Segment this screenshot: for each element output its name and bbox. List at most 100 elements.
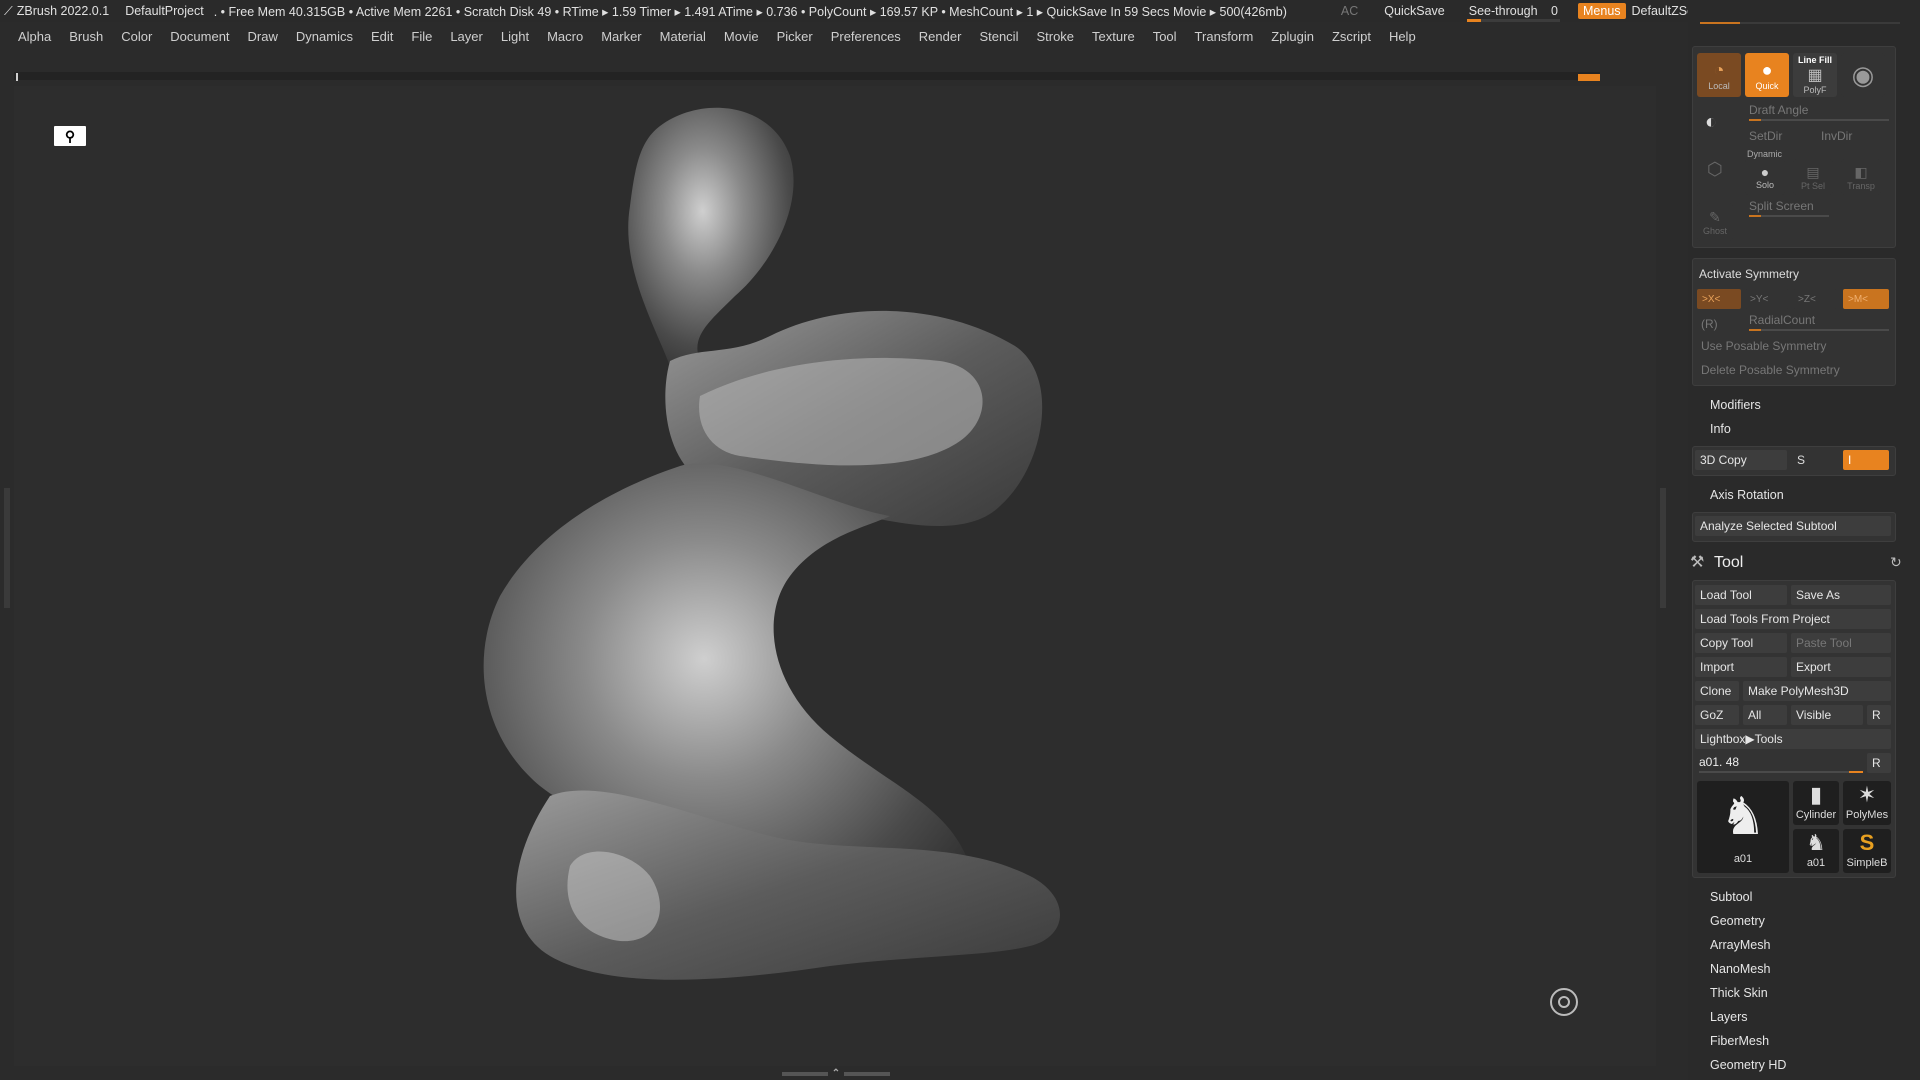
cube-icon[interactable]: ⬡	[1707, 159, 1723, 180]
menu-marker[interactable]: Marker	[601, 29, 641, 44]
transp-button[interactable]: ◧ Transp	[1841, 159, 1881, 195]
menu-dynamics[interactable]: Dynamics	[296, 29, 353, 44]
visible-button[interactable]: Visible	[1791, 705, 1863, 725]
menu-document[interactable]: Document	[170, 29, 229, 44]
use-posable-symmetry-button[interactable]: Use Posable Symmetry	[1701, 339, 1826, 353]
menus-button[interactable]: Menus	[1578, 3, 1626, 19]
setdir-button[interactable]: SetDir	[1749, 129, 1782, 143]
paste-tool-button[interactable]: Paste Tool	[1791, 633, 1891, 653]
export-button[interactable]: Export	[1791, 657, 1891, 677]
menu-texture[interactable]: Texture	[1092, 29, 1135, 44]
3d-copy-button[interactable]: 3D Copy	[1695, 450, 1787, 470]
orientation-gizmo-icon[interactable]	[1550, 988, 1578, 1016]
axis-rotation-section[interactable]: Axis Rotation	[1710, 488, 1784, 502]
current-tool-slider[interactable]	[1699, 771, 1863, 773]
geometry-hd-section[interactable]: Geometry HD	[1710, 1058, 1786, 1072]
see-through-slider[interactable]: See-through 0	[1463, 4, 1564, 22]
top-scroll-slider[interactable]	[1700, 22, 1900, 24]
nanomesh-section[interactable]: NanoMesh	[1710, 962, 1770, 976]
menu-material[interactable]: Material	[660, 29, 706, 44]
menu-file[interactable]: File	[411, 29, 432, 44]
tool-thumb-a01-small[interactable]: ♞ a01	[1793, 829, 1839, 873]
local-button[interactable]: ◔ Local	[1697, 53, 1741, 97]
layers-section[interactable]: Layers	[1710, 1010, 1748, 1024]
sym-y-button[interactable]: >Y<	[1745, 289, 1789, 309]
menu-zscript[interactable]: Zscript	[1332, 29, 1371, 44]
menu-help[interactable]: Help	[1389, 29, 1416, 44]
contrast-icon[interactable]: ◐	[1705, 111, 1717, 134]
menu-preferences[interactable]: Preferences	[831, 29, 901, 44]
sphere-material-button[interactable]: ◉	[1841, 53, 1885, 97]
split-screen-slider[interactable]	[1749, 215, 1829, 217]
radial-count-label[interactable]: RadialCount	[1749, 313, 1815, 327]
info-section[interactable]: Info	[1710, 422, 1731, 436]
solo-button[interactable]: ● Solo	[1745, 159, 1785, 195]
save-as-button[interactable]: Save As	[1791, 585, 1891, 605]
arraymesh-section[interactable]: ArrayMesh	[1710, 938, 1770, 952]
sym-x-button[interactable]: >X<	[1697, 289, 1741, 309]
menu-stroke[interactable]: Stroke	[1036, 29, 1074, 44]
tool-thumb-a01-large[interactable]: ♞ a01	[1697, 781, 1789, 873]
lightbox-tools-button[interactable]: Lightbox▶Tools	[1695, 729, 1891, 749]
analyze-subtool-button[interactable]: Analyze Selected Subtool	[1695, 516, 1891, 536]
3d-copy-value-field[interactable]: I	[1843, 450, 1889, 470]
menu-brush[interactable]: Brush	[69, 29, 103, 44]
menu-tool[interactable]: Tool	[1153, 29, 1177, 44]
refresh-icon[interactable]: ↻	[1890, 554, 1902, 571]
sym-z-button[interactable]: >Z<	[1793, 289, 1837, 309]
make-polymesh-button[interactable]: Make PolyMesh3D	[1743, 681, 1891, 701]
menu-stencil[interactable]: Stencil	[979, 29, 1018, 44]
modifiers-section[interactable]: Modifiers	[1710, 398, 1761, 412]
project-name[interactable]: DefaultProject	[125, 4, 204, 18]
tool-thumb-polymesh[interactable]: ✶ PolyMes	[1843, 781, 1891, 825]
import-button[interactable]: Import	[1695, 657, 1787, 677]
load-tool-button[interactable]: Load Tool	[1695, 585, 1787, 605]
menu-color[interactable]: Color	[121, 29, 152, 44]
invdir-button[interactable]: InvDir	[1821, 129, 1852, 143]
current-tool-r-button[interactable]: R	[1867, 753, 1891, 773]
bottom-tray-handle[interactable]: ⌃	[772, 1069, 900, 1079]
draft-angle-slider[interactable]	[1749, 119, 1889, 121]
tool-thumb-cylinder[interactable]: ▮ Cylinder	[1793, 781, 1839, 825]
timeline-track[interactable]	[14, 72, 1600, 81]
ac-button[interactable]: AC	[1341, 4, 1358, 18]
quick-button[interactable]: ● Quick	[1745, 53, 1789, 97]
document-thumbnail-icon[interactable]: ⚲	[54, 126, 86, 146]
sculpt-mesh[interactable]	[470, 96, 1110, 1036]
geometry-section[interactable]: Geometry	[1710, 914, 1765, 928]
menu-light[interactable]: Light	[501, 29, 529, 44]
activate-symmetry-button[interactable]: Activate Symmetry	[1699, 267, 1799, 281]
tool-palette-title[interactable]: Tool	[1714, 554, 1743, 572]
goz-button[interactable]: GoZ	[1695, 705, 1739, 725]
right-tray-grip[interactable]	[1660, 488, 1666, 608]
radial-count-slider[interactable]	[1749, 329, 1889, 331]
current-tool-name[interactable]: a01. 48	[1699, 755, 1739, 769]
all-button[interactable]: All	[1743, 705, 1787, 725]
left-tray-grip[interactable]	[4, 488, 10, 608]
quicksave-button[interactable]: QuickSave	[1384, 4, 1444, 18]
radial-r-button[interactable]: (R)	[1701, 317, 1718, 331]
menu-picker[interactable]: Picker	[777, 29, 813, 44]
menu-alpha[interactable]: Alpha	[18, 29, 51, 44]
menu-draw[interactable]: Draw	[248, 29, 278, 44]
menu-movie[interactable]: Movie	[724, 29, 759, 44]
menu-edit[interactable]: Edit	[371, 29, 393, 44]
menu-zplugin[interactable]: Zplugin	[1271, 29, 1314, 44]
delete-posable-symmetry-button[interactable]: Delete Posable Symmetry	[1701, 363, 1840, 377]
subtool-section[interactable]: Subtool	[1710, 890, 1752, 904]
fibermesh-section[interactable]: FiberMesh	[1710, 1034, 1769, 1048]
split-screen-label[interactable]: Split Screen	[1749, 199, 1814, 213]
polyframe-button[interactable]: Line Fill ▦ PolyF	[1793, 53, 1837, 97]
pt-sel-button[interactable]: ▤ Pt Sel	[1793, 159, 1833, 195]
menu-layer[interactable]: Layer	[450, 29, 483, 44]
goz-r-button[interactable]: R	[1867, 705, 1891, 725]
menu-render[interactable]: Render	[919, 29, 962, 44]
clone-button[interactable]: Clone	[1695, 681, 1739, 701]
menu-macro[interactable]: Macro	[547, 29, 583, 44]
copy-tool-button[interactable]: Copy Tool	[1695, 633, 1787, 653]
sym-m-button[interactable]: >M<	[1843, 289, 1889, 309]
timeline-marker[interactable]	[1578, 74, 1600, 81]
draft-angle-label[interactable]: Draft Angle	[1749, 103, 1808, 117]
tool-thumb-simplebrush[interactable]: S SimpleB	[1843, 829, 1891, 873]
thick-skin-section[interactable]: Thick Skin	[1710, 986, 1768, 1000]
